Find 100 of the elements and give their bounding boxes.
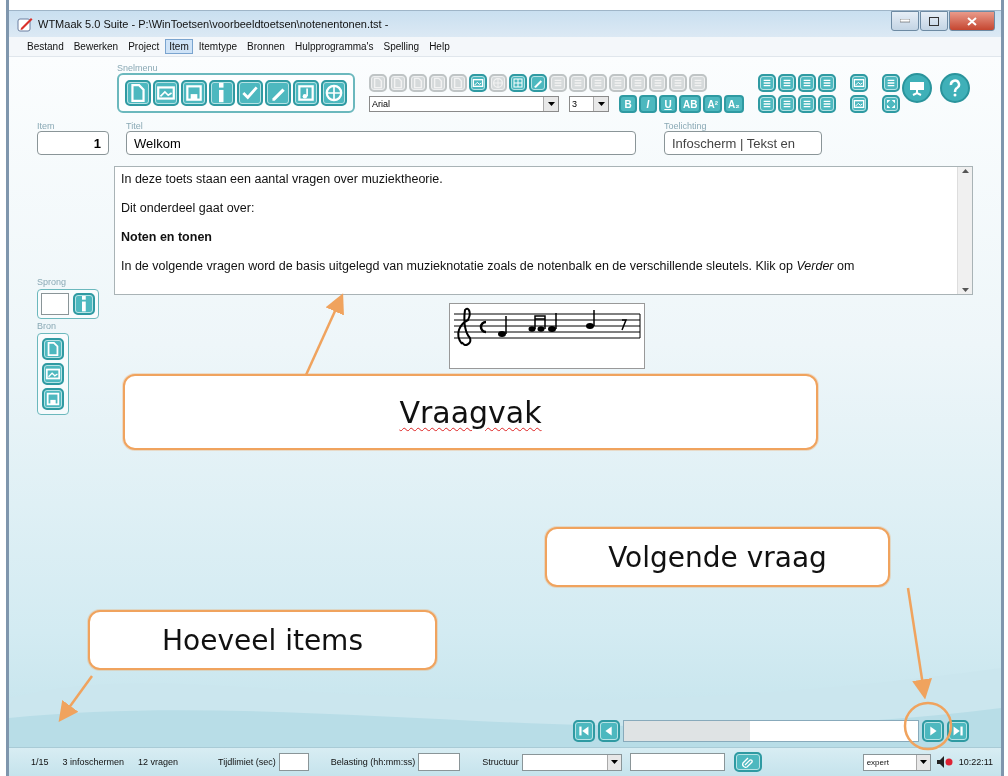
menu-item[interactable]: Help xyxy=(425,39,454,54)
picture-icon xyxy=(472,77,484,89)
size-dropdown[interactable]: 3 xyxy=(569,96,609,112)
menu-item[interactable]: Item xyxy=(165,39,193,54)
menu-item[interactable]: Bewerken xyxy=(69,39,123,54)
paragraph-text: In de volgende vragen word de basis uitgelegd van muzieknotatie zoals de notenbalk en de verschillende sleutels. Klik op Verder om xyxy=(121,259,856,274)
align-button[interactable] xyxy=(757,95,776,113)
highlight-circle xyxy=(903,701,953,751)
next-item-button[interactable] xyxy=(922,720,944,742)
toolbar-glyph-icon xyxy=(412,77,424,89)
presentation-button[interactable] xyxy=(901,73,932,103)
scrollbar[interactable] xyxy=(957,167,972,294)
item-count: 1/15 xyxy=(31,757,49,767)
callout-arrow xyxy=(58,675,93,723)
dropdown-arrow-icon xyxy=(547,102,555,106)
toolbar-glyph-icon xyxy=(372,77,384,89)
quick-menu-button[interactable] xyxy=(209,80,235,106)
info-button[interactable] xyxy=(73,293,95,315)
picture-icon xyxy=(156,83,176,103)
attachment-button[interactable] xyxy=(733,752,762,772)
menu-item[interactable]: Hulpprogramma's xyxy=(290,39,378,54)
toolbar-glyph-icon xyxy=(552,77,564,89)
previous-item-button[interactable] xyxy=(598,720,620,742)
dropdown-arrow-icon xyxy=(610,760,618,764)
jump-field[interactable] xyxy=(41,293,69,315)
save-icon xyxy=(184,83,204,103)
item-progress-bar[interactable] xyxy=(623,720,919,742)
quick-menu-button[interactable] xyxy=(321,80,347,106)
picture-icon xyxy=(45,366,61,382)
callout-text: Volgende vraag xyxy=(608,540,827,574)
document-icon xyxy=(128,83,148,103)
close-icon xyxy=(967,16,977,26)
heading-text: Noten en tonen xyxy=(121,230,213,245)
quick-menu-button[interactable] xyxy=(265,80,291,106)
load-field[interactable] xyxy=(418,753,461,771)
font-dropdown[interactable]: Arial xyxy=(369,96,559,112)
align-button[interactable] xyxy=(777,95,796,113)
scroll-down-icon xyxy=(961,286,969,294)
source-button[interactable] xyxy=(42,338,64,360)
source-button[interactable] xyxy=(42,388,64,410)
toolbar-glyph-icon xyxy=(452,77,464,89)
item-number-field[interactable]: 1 xyxy=(37,131,109,155)
callout-text: Vraagvak xyxy=(399,394,542,430)
align-button[interactable] xyxy=(817,95,836,113)
toolbar-glyph-icon xyxy=(392,77,404,89)
list-button[interactable] xyxy=(757,74,776,92)
first-item-button[interactable] xyxy=(573,720,595,742)
quick-menu-button[interactable] xyxy=(125,80,151,106)
menu-item[interactable]: Bronnen xyxy=(243,39,289,54)
field-label: Item xyxy=(37,121,56,131)
structure-dropdown[interactable] xyxy=(521,753,622,771)
window-title: WTMaak 5.0 Suite - P:\WinToetsen\voorbeeldtoetsen\notenentonen.tst - xyxy=(38,18,390,30)
align-button[interactable] xyxy=(797,95,816,113)
list-button[interactable] xyxy=(817,74,836,92)
paragraph-text: Dit onderdeel gaat over: xyxy=(121,201,256,216)
clock-time: 10:22:11 xyxy=(958,757,993,767)
toolbar-button[interactable] xyxy=(509,74,527,92)
menu-item[interactable]: Itemtype xyxy=(194,39,242,54)
scroll-up-icon xyxy=(961,167,969,175)
document-icon xyxy=(45,341,61,357)
picture-icon xyxy=(852,98,865,110)
menu-item[interactable]: Bestand xyxy=(23,39,68,54)
menu-item[interactable]: Spelling xyxy=(379,39,424,54)
mode-dropdown[interactable]: expert xyxy=(862,753,931,771)
quick-menu-button[interactable] xyxy=(153,80,179,106)
quick-menu-button[interactable] xyxy=(181,80,207,106)
time-limit-field[interactable] xyxy=(278,753,309,771)
toolbar-button[interactable] xyxy=(529,74,547,92)
toolbar-glyph-icon xyxy=(632,77,644,89)
list-button[interactable] xyxy=(797,74,816,92)
toolbar-glyph-icon xyxy=(432,77,444,89)
comment-field[interactable]: Infoscherm | Tekst en xyxy=(664,131,822,155)
toolbar-button[interactable] xyxy=(849,95,868,113)
quick-menu-button[interactable] xyxy=(237,80,263,106)
toolbar-button[interactable] xyxy=(881,74,900,92)
callout-text: Hoeveel items xyxy=(162,623,363,657)
list-button[interactable] xyxy=(777,74,796,92)
source-button[interactable] xyxy=(42,363,64,385)
fullscreen-button[interactable] xyxy=(881,95,900,113)
title-field[interactable]: Welkom xyxy=(126,131,636,155)
close-button[interactable] xyxy=(949,11,995,31)
maximize-button[interactable] xyxy=(920,11,948,31)
picture-icon xyxy=(852,77,865,89)
group-label: Snelmenu xyxy=(117,63,159,73)
paragraph-text: In deze toets staan een aantal vragen over muziektheorie. xyxy=(121,172,444,187)
toolbar-button[interactable] xyxy=(849,74,868,92)
toolbar-button[interactable] xyxy=(469,74,487,92)
group-label: Bron xyxy=(37,321,57,331)
question-text-area[interactable] xyxy=(114,166,973,295)
structure-label: Structuur xyxy=(482,757,519,767)
pencil-app-icon xyxy=(17,16,33,32)
minimize-icon xyxy=(900,19,910,23)
infoscreen-count: 3 infoschermen xyxy=(62,757,125,767)
menu-item[interactable]: Project xyxy=(124,39,164,54)
quick-menu-button[interactable] xyxy=(293,80,319,106)
speaker-muted-icon xyxy=(936,756,953,768)
toolbar-glyph-icon xyxy=(512,77,524,89)
text-field[interactable] xyxy=(629,753,725,771)
help-button[interactable] xyxy=(939,73,970,103)
group-label: Sprong xyxy=(37,277,68,287)
